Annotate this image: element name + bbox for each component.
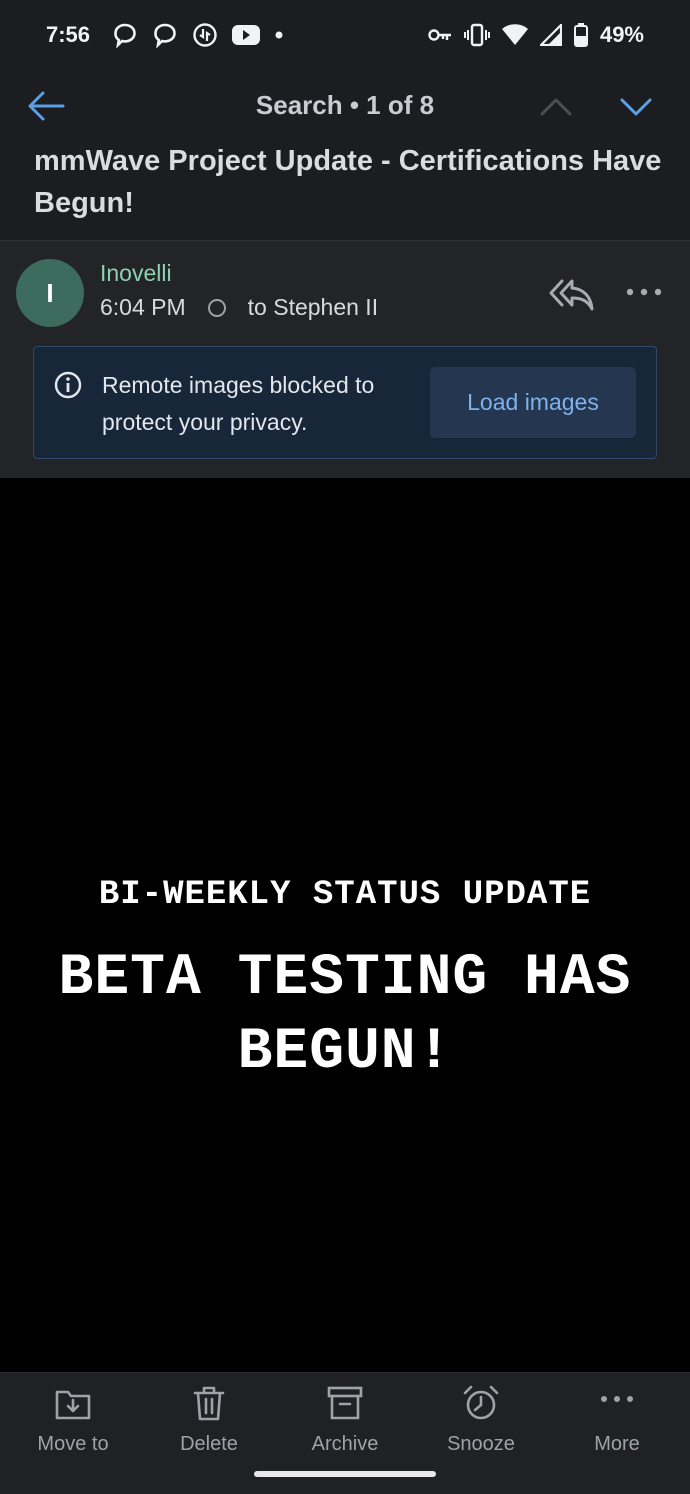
move-to-label: Move to [37, 1433, 109, 1455]
battery-icon [573, 23, 588, 47]
privacy-message: Remote images blocked to protect your pr… [102, 372, 375, 435]
chat-bubble-icon [112, 22, 138, 48]
message-more-button[interactable] [624, 285, 664, 299]
dot-icon [274, 30, 284, 40]
avatar[interactable]: I [16, 259, 84, 327]
nav-row: Search • 1 of 8 [0, 84, 690, 128]
newsletter-headline: BETA TESTING HAS BEGUN! [58, 946, 632, 1085]
load-images-button[interactable]: Load images [430, 367, 636, 438]
message-subject: mmWave Project Update - Certifications H… [34, 145, 662, 219]
youtube-icon [232, 24, 261, 46]
snooze-label: Snooze [447, 1433, 515, 1455]
more-label: More [594, 1433, 640, 1455]
home-indicator[interactable] [254, 1471, 436, 1477]
folder-move-icon [55, 1390, 91, 1420]
status-bar: 7:56 49% [0, 0, 690, 70]
chat-bubble-icon [152, 22, 178, 48]
more-horizontal-icon [626, 288, 662, 296]
archive-label: Archive [311, 1433, 379, 1455]
battery-percent: 49% [599, 22, 644, 47]
wifi-icon [501, 24, 528, 46]
message-recipient[interactable]: to Stephen II [248, 294, 378, 321]
delete-label: Delete [180, 1433, 238, 1455]
email-body: BI-WEEKLY STATUS UPDATE BETA TESTING HAS… [0, 478, 690, 1372]
archive-icon [327, 1386, 363, 1420]
message-meta: 6:04 PM to Stephen II [100, 294, 378, 321]
message-time: 6:04 PM [100, 294, 186, 320]
delete-button[interactable]: Delete [149, 1381, 269, 1461]
move-to-button[interactable]: Move to [13, 1381, 133, 1461]
more-button[interactable]: More [557, 1381, 677, 1461]
trash-icon [193, 1386, 225, 1421]
more-horizontal-icon [601, 1396, 633, 1402]
previous-result-button[interactable] [538, 92, 574, 122]
snooze-button[interactable]: Snooze [421, 1381, 541, 1461]
message-card: I Inovelli 6:04 PM to Stephen II Remote … [0, 240, 690, 478]
privacy-banner: Remote images blocked to protect your pr… [33, 346, 657, 459]
chevron-down-icon [620, 98, 652, 116]
archive-button[interactable]: Archive [285, 1381, 405, 1461]
avatar-initial: I [46, 277, 54, 308]
sender-name[interactable]: Inovelli [100, 260, 172, 287]
cell-signal-icon [539, 24, 562, 46]
vibrate-icon [463, 23, 490, 47]
circle-icon [207, 298, 226, 317]
status-time: 7:56 [46, 22, 91, 47]
signal-app-icon [192, 22, 218, 48]
reply-all-button[interactable] [548, 275, 594, 315]
chevron-up-icon [540, 98, 572, 116]
search-result-counter: Search • 1 of 8 [255, 90, 435, 120]
newsletter-kicker: BI-WEEKLY STATUS UPDATE [98, 876, 592, 914]
info-icon [54, 371, 82, 399]
message-header: Search • 1 of 8 mmWave Project Update - … [0, 70, 690, 240]
next-result-button[interactable] [618, 92, 654, 122]
vpn-key-icon [428, 27, 452, 43]
reply-all-icon [549, 279, 594, 311]
email-reader-screen: 7:56 49% Search • 1 of 8 mmWave Project … [0, 0, 690, 1494]
alarm-clock-icon [463, 1385, 499, 1420]
